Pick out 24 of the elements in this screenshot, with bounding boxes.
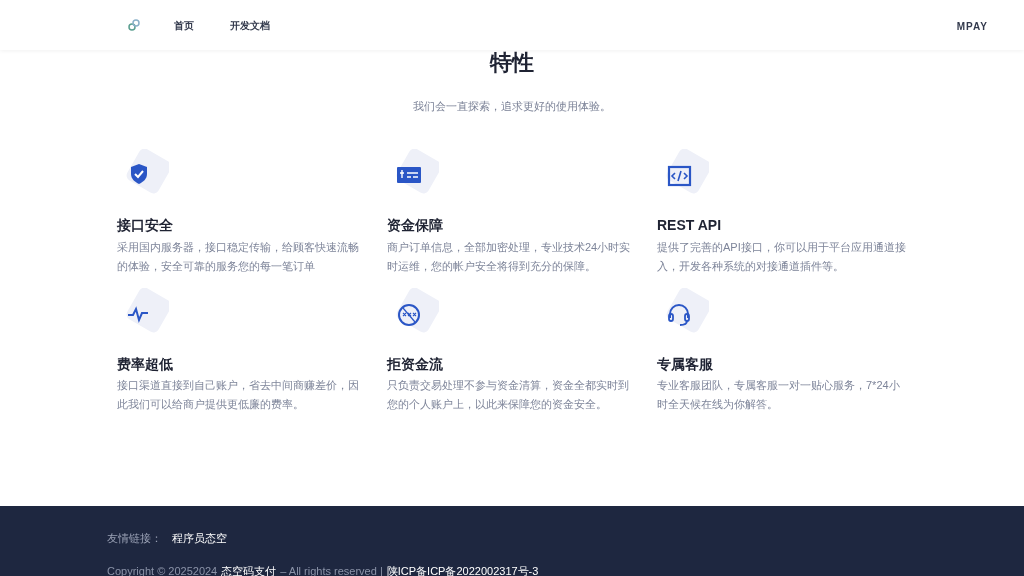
feature-description: 采用国内服务器，接口稳定传输，给顾客快速流畅的体验，安全可靠的服务您的每一笔订单 bbox=[117, 239, 360, 274]
feature-title: 拒资金流 bbox=[387, 355, 444, 373]
section-subtitle: 我们会一直探索，追求更好的使用体验。 bbox=[412, 99, 612, 115]
feature-title: 费率超低 bbox=[117, 355, 174, 373]
site-link[interactable]: 态空码支付 bbox=[221, 562, 277, 576]
friend-link[interactable]: 程序员态空 bbox=[172, 530, 227, 547]
icp-link[interactable]: 陕ICP备ICP备2022002317号-3 bbox=[386, 562, 539, 576]
feature-title: 接口安全 bbox=[117, 216, 174, 234]
nav-link[interactable]: 开发文档 bbox=[230, 17, 270, 33]
copyright-text: Copyright © 20252024 bbox=[107, 563, 218, 576]
feature-title: 资金保障 bbox=[387, 216, 444, 234]
feature-description: 只负责交易处理不参与资金清算，资金全都实时到您的个人账户上，以此来保障您的资金安全。 bbox=[387, 378, 630, 413]
feature-description: 商户订单信息，全部加密处理，专业技术24小时实时运维，您的帐户安全将得到充分的保障。 bbox=[387, 239, 632, 274]
brand-name[interactable]: MPAY bbox=[956, 21, 988, 32]
nav-link[interactable]: 首页 bbox=[174, 17, 194, 33]
section-title: 特性 bbox=[488, 50, 535, 77]
links-label: 友情链接： bbox=[107, 531, 162, 546]
logo-icon[interactable] bbox=[128, 19, 140, 31]
feature-description: 提供了完善的API接口，你可以用于平台应用通道接入，开发各种系统的对接通道插件等。 bbox=[657, 239, 907, 274]
feature-title: 专属客服 bbox=[657, 355, 714, 373]
feature-title: REST API bbox=[657, 216, 723, 234]
rights-text: – All rights reserved | bbox=[280, 563, 383, 576]
feature-description: 专业客服团队，专属客服一对一贴心服务，7*24小时全天候在线为你解答。 bbox=[657, 378, 901, 413]
feature-description: 接口渠道直接到自己账户，省去中间商赚差价，因此我们可以给商户提供更低廉的费率。 bbox=[117, 378, 360, 413]
